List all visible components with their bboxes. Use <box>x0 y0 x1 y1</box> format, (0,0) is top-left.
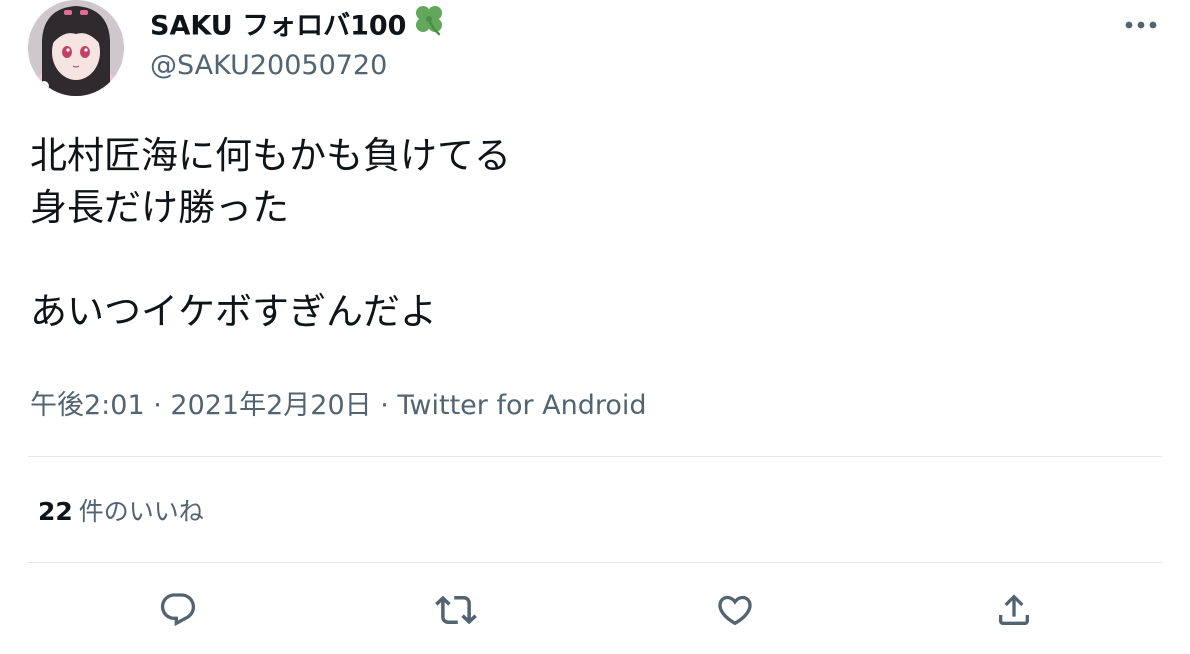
display-name[interactable]: SAKU フォロバ100 <box>150 6 446 46</box>
more-icon <box>1125 21 1157 29</box>
tweet-date[interactable]: 2021年2月20日 <box>170 390 371 421</box>
tweet-source[interactable]: Twitter for Android <box>397 390 646 421</box>
likes-stat[interactable]: 22 件のいいね <box>38 492 204 532</box>
like-button[interactable] <box>711 586 759 634</box>
reply-icon <box>160 593 196 627</box>
meta-separator: · <box>371 390 398 421</box>
retweet-icon <box>435 595 477 625</box>
likes-count: 22 <box>38 497 73 526</box>
tweet-line: 身長だけ勝った <box>30 186 289 229</box>
display-name-text: SAKU フォロバ100 <box>150 10 407 42</box>
more-button[interactable] <box>1118 8 1164 42</box>
tweet-line: 北村匠海に何もかも負けてる <box>30 134 511 177</box>
divider <box>28 456 1162 457</box>
meta-separator: · <box>144 390 171 421</box>
user-handle[interactable]: @SAKU20050720 <box>150 48 387 84</box>
divider <box>28 562 1162 563</box>
avatar-image <box>28 0 124 96</box>
reply-button[interactable] <box>154 586 202 634</box>
likes-label: 件のいいね <box>78 497 204 526</box>
tweet-time[interactable]: 午後2:01 <box>30 390 145 421</box>
share-button[interactable] <box>990 586 1038 634</box>
heart-icon <box>718 595 752 626</box>
share-icon <box>999 594 1029 625</box>
tweet-line: あいつイケボすぎんだよ <box>30 290 437 333</box>
avatar[interactable] <box>28 0 124 96</box>
tweet-text: 北村匠海に何もかも負けてる 身長だけ勝った あいつイケボすぎんだよ <box>30 130 1150 338</box>
retweet-button[interactable] <box>432 586 480 634</box>
tweet-metadata: 午後2:01 · 2021年2月20日 · Twitter for Androi… <box>30 386 647 426</box>
four-leaf-clover-icon <box>412 2 446 46</box>
